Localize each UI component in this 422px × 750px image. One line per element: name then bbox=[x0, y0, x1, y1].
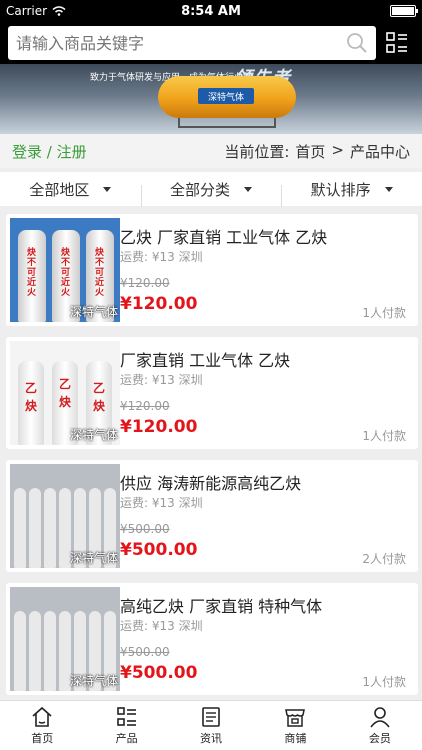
product-sold-count: 1人付款 bbox=[362, 306, 406, 320]
login-register-link[interactable]: 登录 / 注册 bbox=[12, 141, 87, 162]
cylinder-label: 乙 bbox=[58, 377, 72, 391]
carrier-label: Carrier bbox=[6, 4, 48, 18]
promo-banner[interactable]: 致力于气体研发与应用，成为气体行业的 领先者 深特气体 bbox=[0, 64, 422, 134]
product-price: ¥500.00 bbox=[120, 663, 198, 683]
login-breadcrumb-row: 登录 / 注册 当前位置: 首页 > 产品中心 bbox=[0, 134, 422, 168]
search-input[interactable] bbox=[16, 33, 346, 53]
news-icon bbox=[202, 706, 220, 727]
image-watermark: 深特气体 bbox=[69, 305, 118, 319]
product-image: 深特气体 bbox=[10, 464, 120, 568]
wifi-icon bbox=[52, 6, 66, 16]
filter-bar: 全部地区 全部分类 默认排序 bbox=[0, 172, 422, 207]
filter-sort[interactable]: 默认排序 bbox=[281, 179, 422, 207]
gas-tank-image: 深特气体 bbox=[158, 76, 296, 118]
filter-category[interactable]: 全部分类 bbox=[140, 179, 282, 207]
product-old-price: ¥500.00 bbox=[120, 645, 170, 659]
breadcrumb-separator: > bbox=[331, 140, 344, 159]
cylinder-label: 炔不可近火 bbox=[61, 248, 71, 298]
cylinder-label: 乙 bbox=[24, 381, 38, 395]
user-icon bbox=[370, 706, 390, 727]
tank-stand bbox=[178, 118, 276, 128]
tab-products-label: 产品 bbox=[115, 731, 138, 745]
product-sold-count: 2人付款 bbox=[362, 552, 406, 566]
search-header bbox=[0, 22, 422, 64]
product-price: ¥120.00 bbox=[120, 417, 198, 437]
tab-member-label: 会员 bbox=[368, 731, 391, 745]
product-title: 乙炔 厂家直销 工业气体 乙炔 bbox=[120, 228, 328, 247]
cylinder-label: 炔 bbox=[24, 399, 38, 413]
cylinder-label: 炔不可近火 bbox=[95, 248, 105, 298]
filter-region-label: 全部地区 bbox=[29, 180, 90, 199]
tab-news-label: 资讯 bbox=[200, 731, 223, 745]
tab-member[interactable]: 会员 bbox=[338, 701, 422, 750]
product-card[interactable]: 炔不可近火 炔不可近火 炔不可近火 深特气体 乙炔 厂家直销 工业气体 乙炔 运… bbox=[6, 214, 418, 326]
product-old-price: ¥120.00 bbox=[120, 276, 170, 290]
product-title: 高纯乙炔 厂家直销 特种气体 bbox=[120, 597, 323, 616]
image-watermark: 深特气体 bbox=[69, 428, 118, 442]
product-image: 乙 炔 乙 炔 乙 炔 深特气体 bbox=[10, 341, 120, 445]
store-icon bbox=[285, 708, 306, 727]
cylinder-label: 乙 bbox=[92, 381, 106, 395]
product-price: ¥500.00 bbox=[120, 540, 198, 560]
product-title: 供应 海涛新能源高纯乙炔 bbox=[120, 474, 302, 493]
product-price: ¥120.00 bbox=[120, 294, 198, 314]
product-shipping: 运费: ¥13 深圳 bbox=[120, 496, 203, 510]
tab-store[interactable]: 商铺 bbox=[253, 701, 337, 750]
image-watermark: 深特气体 bbox=[69, 551, 118, 565]
product-shipping: 运费: ¥13 深圳 bbox=[120, 373, 203, 387]
tab-home[interactable]: 首页 bbox=[0, 701, 84, 750]
search-icon[interactable] bbox=[346, 32, 368, 54]
filter-category-label: 全部分类 bbox=[170, 180, 231, 199]
home-icon bbox=[32, 706, 52, 727]
category-menu-icon[interactable] bbox=[380, 26, 414, 60]
search-box[interactable] bbox=[8, 26, 376, 60]
product-sold-count: 1人付款 bbox=[362, 429, 406, 443]
product-shipping: 运费: ¥13 深圳 bbox=[120, 619, 203, 633]
caret-down-icon bbox=[384, 186, 393, 192]
product-old-price: ¥120.00 bbox=[120, 399, 170, 413]
tank-logo: 深特气体 bbox=[198, 88, 254, 104]
breadcrumb-home[interactable]: 首页 bbox=[295, 141, 325, 162]
product-image: 深特气体 bbox=[10, 587, 120, 691]
filter-region[interactable]: 全部地区 bbox=[0, 179, 141, 200]
battery-icon bbox=[390, 5, 418, 17]
product-old-price: ¥500.00 bbox=[120, 522, 170, 536]
filter-sort-label: 默认排序 bbox=[310, 180, 371, 199]
caret-down-icon bbox=[244, 186, 253, 192]
product-image: 炔不可近火 炔不可近火 炔不可近火 深特气体 bbox=[10, 218, 120, 322]
breadcrumb-prefix: 当前位置: bbox=[224, 142, 290, 161]
tab-products[interactable]: 产品 bbox=[84, 701, 168, 750]
product-card[interactable]: 深特气体 高纯乙炔 厂家直销 特种气体 运费: ¥13 深圳 ¥500.00 ¥… bbox=[6, 583, 418, 695]
product-title: 厂家直销 工业气体 乙炔 bbox=[120, 351, 291, 370]
cylinder-label: 炔 bbox=[58, 395, 72, 409]
product-card[interactable]: 乙 炔 乙 炔 乙 炔 深特气体 厂家直销 工业气体 乙炔 运费: ¥13 深圳… bbox=[6, 337, 418, 449]
caret-down-icon bbox=[103, 186, 112, 192]
tab-home-label: 首页 bbox=[31, 731, 54, 745]
tab-news[interactable]: 资讯 bbox=[169, 701, 253, 750]
product-shipping: 运费: ¥13 深圳 bbox=[120, 250, 203, 264]
status-bar: Carrier 8:54 AM bbox=[0, 0, 422, 22]
image-watermark: 深特气体 bbox=[69, 674, 118, 688]
list-icon bbox=[116, 706, 136, 726]
cylinder-label: 炔 bbox=[92, 399, 106, 413]
breadcrumb-current: 产品中心 bbox=[349, 142, 410, 161]
tab-store-label: 商铺 bbox=[284, 731, 307, 745]
cylinder-label: 炔不可近火 bbox=[27, 248, 37, 298]
breadcrumb: 当前位置: 首页 > 产品中心 bbox=[224, 141, 410, 162]
bottom-tab-bar: 首页 产品 资讯 商铺 会员 bbox=[0, 700, 422, 750]
product-card[interactable]: 深特气体 供应 海涛新能源高纯乙炔 运费: ¥13 深圳 ¥500.00 ¥50… bbox=[6, 460, 418, 572]
product-sold-count: 1人付款 bbox=[362, 675, 406, 689]
